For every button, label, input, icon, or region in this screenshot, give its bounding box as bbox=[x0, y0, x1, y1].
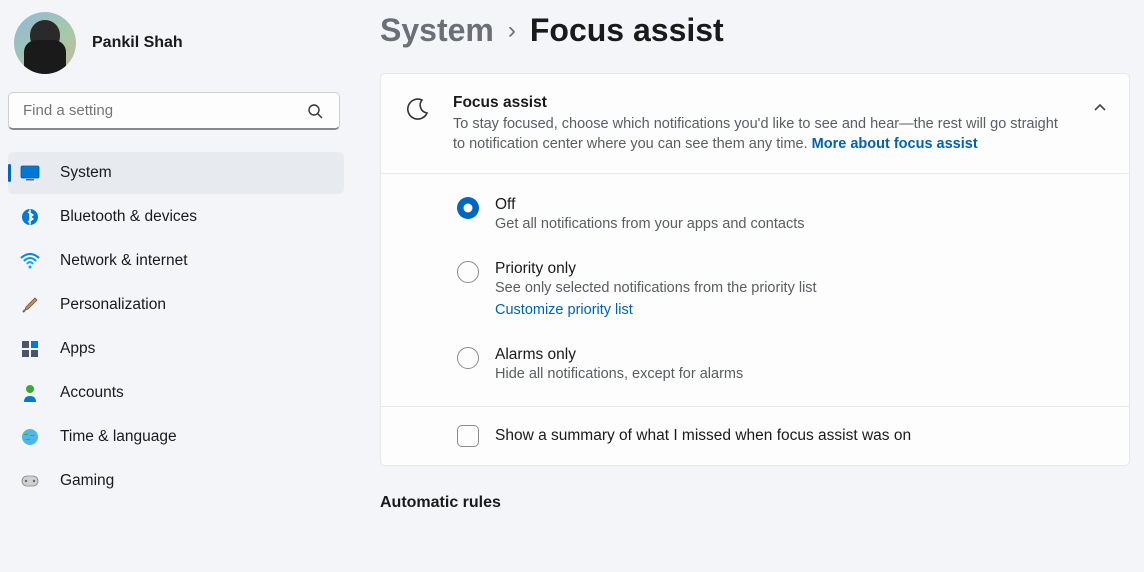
sidebar-item-system[interactable]: System bbox=[8, 152, 344, 194]
sidebar-item-accounts[interactable]: Accounts bbox=[8, 372, 344, 414]
customize-priority-link[interactable]: Customize priority list bbox=[495, 302, 817, 318]
sidebar-item-network[interactable]: Network & internet bbox=[8, 240, 344, 282]
bluetooth-icon bbox=[20, 207, 40, 227]
sidebar-item-label: Gaming bbox=[60, 472, 114, 490]
sidebar-item-label: Personalization bbox=[60, 296, 166, 314]
gamepad-icon bbox=[20, 471, 40, 491]
radio-label: Off bbox=[495, 196, 805, 214]
search-icon bbox=[305, 101, 325, 121]
main-content: System › Focus assist Focus assist To st… bbox=[348, 0, 1144, 572]
radio-button[interactable] bbox=[457, 197, 479, 219]
checkbox-label: Show a summary of what I missed when foc… bbox=[495, 427, 911, 445]
card-header[interactable]: Focus assist To stay focused, choose whi… bbox=[381, 74, 1129, 173]
sidebar-item-personalization[interactable]: Personalization bbox=[8, 284, 344, 326]
display-icon bbox=[20, 163, 40, 183]
moon-icon bbox=[405, 96, 431, 127]
radio-label: Alarms only bbox=[495, 346, 743, 364]
card-title: Focus assist bbox=[453, 94, 1071, 112]
wifi-icon bbox=[20, 251, 40, 271]
sidebar-item-label: Apps bbox=[60, 340, 95, 358]
radio-option-priority-only[interactable]: Priority only See only selected notifica… bbox=[457, 260, 1107, 318]
page-title: Focus assist bbox=[530, 12, 724, 49]
sidebar-item-label: Time & language bbox=[60, 428, 177, 446]
radio-button[interactable] bbox=[457, 347, 479, 369]
radio-button[interactable] bbox=[457, 261, 479, 283]
breadcrumb: System › Focus assist bbox=[380, 12, 1130, 49]
radio-description: Get all notifications from your apps and… bbox=[495, 216, 805, 232]
sidebar: Pankil Shah System Bluetooth & devices bbox=[0, 0, 348, 572]
user-name: Pankil Shah bbox=[92, 34, 183, 52]
summary-checkbox-row[interactable]: Show a summary of what I missed when foc… bbox=[381, 406, 1129, 465]
radio-description: See only selected notifications from the… bbox=[495, 280, 817, 296]
sidebar-item-time-language[interactable]: Time & language bbox=[8, 416, 344, 458]
chevron-up-icon bbox=[1093, 100, 1107, 118]
sidebar-item-bluetooth[interactable]: Bluetooth & devices bbox=[8, 196, 344, 238]
card-header-text: Focus assist To stay focused, choose whi… bbox=[453, 94, 1071, 155]
radio-description: Hide all notifications, except for alarm… bbox=[495, 366, 743, 382]
nav-list: System Bluetooth & devices Network & int… bbox=[8, 152, 344, 502]
sidebar-item-label: Network & internet bbox=[60, 252, 188, 270]
user-profile[interactable]: Pankil Shah bbox=[8, 12, 344, 92]
radio-option-alarms-only[interactable]: Alarms only Hide all notifications, exce… bbox=[457, 346, 1107, 382]
sidebar-item-gaming[interactable]: Gaming bbox=[8, 460, 344, 502]
sidebar-item-label: Bluetooth & devices bbox=[60, 208, 197, 226]
chevron-right-icon: › bbox=[508, 17, 516, 45]
sidebar-item-label: Accounts bbox=[60, 384, 124, 402]
avatar bbox=[14, 12, 76, 74]
focus-assist-card: Focus assist To stay focused, choose whi… bbox=[380, 73, 1130, 466]
sidebar-item-label: System bbox=[60, 164, 112, 182]
radio-label: Priority only bbox=[495, 260, 817, 278]
more-about-link[interactable]: More about focus assist bbox=[812, 136, 978, 152]
focus-assist-options: Off Get all notifications from your apps… bbox=[381, 173, 1129, 406]
search-box[interactable] bbox=[8, 92, 340, 130]
sidebar-item-apps[interactable]: Apps bbox=[8, 328, 344, 370]
person-icon bbox=[20, 383, 40, 403]
globe-icon bbox=[20, 427, 40, 447]
paintbrush-icon bbox=[20, 295, 40, 315]
apps-icon bbox=[20, 339, 40, 359]
checkbox[interactable] bbox=[457, 425, 479, 447]
section-title-automatic-rules: Automatic rules bbox=[380, 494, 1130, 512]
breadcrumb-parent[interactable]: System bbox=[380, 12, 494, 49]
search-input[interactable] bbox=[23, 102, 305, 119]
radio-option-off[interactable]: Off Get all notifications from your apps… bbox=[457, 196, 1107, 232]
card-description: To stay focused, choose which notificati… bbox=[453, 114, 1071, 155]
